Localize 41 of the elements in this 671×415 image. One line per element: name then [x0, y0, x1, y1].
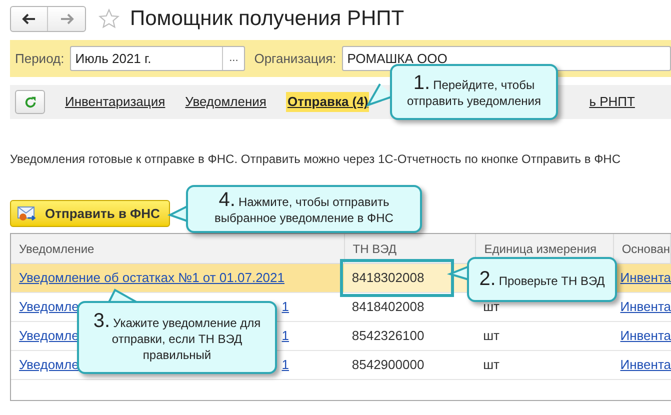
tab[interactable]: Инвентаризация [65, 92, 166, 112]
notice-link[interactable]: 1 [282, 355, 289, 375]
refresh-button[interactable] [15, 90, 45, 114]
tab[interactable]: Отправка (4) [286, 92, 370, 112]
callout-text: 1.Перейдите, чтобы отправить уведомления [406, 75, 542, 109]
envelope-icon [17, 206, 37, 222]
table-cell-text: 8542900000 [352, 356, 424, 374]
input-field[interactable]: Июль 2021 г. ... [70, 46, 246, 71]
table-cell-text: 8418402008 [352, 298, 424, 316]
table-cell-text: 8418302008 [352, 269, 424, 288]
tab[interactable]: ь РНПТ [589, 92, 635, 112]
notice-link[interactable]: Уведомле [19, 326, 79, 346]
column-header: Основан [622, 240, 670, 258]
info-text: Уведомления готовые к отправке в ФНС. Отправить можно через 1С-Отчетность по кнопке Отправить в ФНС [10, 151, 622, 168]
basis-link[interactable]: Инвента [620, 297, 671, 317]
notice-link[interactable]: Уведомление об остатках №1 от 01.07.2021 [19, 268, 284, 288]
column-header: ТН ВЭД [352, 240, 396, 258]
field-label: Период: [15, 50, 64, 68]
table-cell-text: шт [483, 356, 500, 374]
callout-text: 2.Проверьте ТН ВЭД [479, 270, 605, 288]
notice-link[interactable]: 1 [282, 326, 289, 346]
column-header: Единица измерения [484, 240, 597, 258]
send-button[interactable]: Отправить в ФНС [10, 200, 170, 227]
table-cell-text: шт [483, 298, 500, 316]
basis-link[interactable]: Инвента [620, 268, 671, 288]
tab[interactable]: Уведомления [185, 92, 266, 112]
left-arrow-icon [22, 13, 36, 25]
field-label: Организация: [254, 50, 336, 68]
basis-link[interactable]: Инвента [620, 355, 671, 375]
notice-link[interactable]: 1 [282, 297, 289, 317]
picker-button[interactable]: ... [222, 47, 244, 70]
table-cell-text: шт [483, 327, 500, 346]
basis-link[interactable]: Инвента [620, 326, 671, 346]
star-icon[interactable] [98, 8, 120, 30]
right-arrow-icon [60, 13, 74, 25]
table-cell-text: 8542326100 [352, 327, 424, 346]
notice-link[interactable]: Уведомле [19, 297, 79, 317]
window-title: Помощник получения РНПТ [130, 6, 404, 32]
column-header: Уведомление [19, 240, 94, 258]
refresh-icon [24, 96, 36, 108]
callout-text: 4.Нажмите, чтобы отправить выбранное уведомление в ФНС [214, 192, 394, 226]
